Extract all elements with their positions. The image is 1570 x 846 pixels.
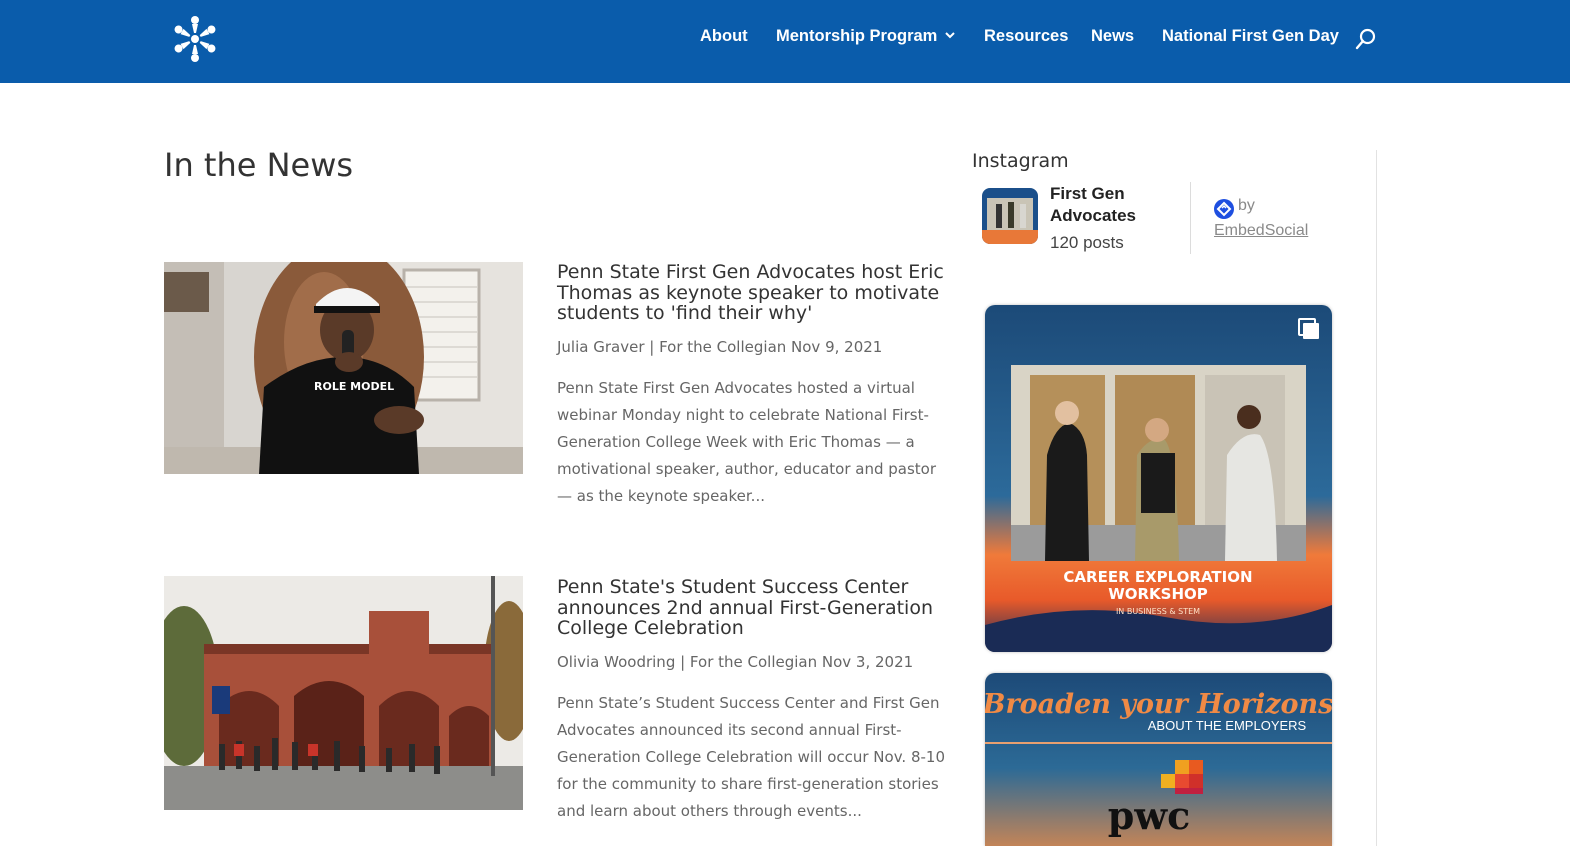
sidebar-divider — [1376, 150, 1377, 846]
instagram-posts-count: 120 posts — [1050, 233, 1124, 252]
horizons-script-text: Broaden your Horizons — [985, 689, 1332, 720]
embedsocial-icon — [1214, 199, 1234, 219]
site-header: About Mentorship Program Resources News … — [0, 0, 1570, 83]
student-success-center-photo — [164, 576, 523, 810]
nav-news-label: News — [1091, 27, 1135, 45]
article-image-student-success-center[interactable] — [164, 576, 523, 810]
instagram-post-career-workshop[interactable]: CAREER EXPLORATION WORKSHOP IN BUSINESS … — [985, 305, 1332, 652]
article-excerpt: Penn State First Gen Advocates hosted a … — [557, 379, 937, 505]
profile-divider — [1190, 182, 1191, 254]
article-meta: Julia Graver | For the Collegian Nov 9, … — [557, 338, 883, 356]
career-workshop-graphic: CAREER EXPLORATION WORKSHOP IN BUSINESS … — [985, 305, 1332, 652]
nav-about-label: About — [700, 27, 748, 45]
nav-mentorship-label: Mentorship Program — [776, 27, 938, 45]
avatar-image — [982, 188, 1038, 244]
page-title: In the News — [164, 146, 354, 184]
nav-resources-label: Resources — [984, 27, 1069, 45]
horizons-subtitle: ABOUT THE EMPLOYERS — [1148, 718, 1307, 733]
workshop-caption-line1: CAREER EXPLORATION — [1063, 568, 1252, 586]
nav-mentorship-program[interactable]: Mentorship Program — [776, 27, 956, 46]
article-meta: Olivia Woodring | For the Collegian Nov … — [557, 653, 914, 671]
pwc-brand-text: pwc — [1108, 793, 1190, 838]
broaden-horizons-graphic: Broaden your Horizons ABOUT THE EMPLOYER… — [985, 673, 1332, 846]
nav-about[interactable]: About — [700, 27, 748, 46]
search-icon[interactable] — [1355, 28, 1377, 50]
first-gen-advocates-logo-icon[interactable] — [166, 13, 224, 65]
nav-news[interactable]: News — [1091, 27, 1134, 46]
embedsocial-link[interactable]: EmbedSocial — [1214, 222, 1308, 240]
article-title-student-success-center[interactable]: Penn State's Student Success Center anno… — [557, 577, 952, 639]
workshop-caption-line2: WORKSHOP — [1108, 585, 1208, 603]
instagram-account-name[interactable]: First Gen Advocates — [1050, 183, 1170, 227]
article-title-eric-thomas[interactable]: Penn State First Gen Advocates host Eric… — [557, 262, 952, 324]
eric-thomas-photo: ROLE MODEL — [164, 262, 523, 474]
instagram-avatar[interactable] — [982, 188, 1038, 244]
article-image-eric-thomas[interactable]: ROLE MODEL — [164, 262, 523, 474]
chevron-down-icon — [945, 32, 956, 39]
nav-resources[interactable]: Resources — [984, 27, 1068, 46]
nav-national-first-gen-day[interactable]: National First Gen Day — [1162, 27, 1339, 46]
workshop-caption-line3: IN BUSINESS & STEM — [1116, 607, 1200, 616]
nav-national-first-gen-day-label: National First Gen Day — [1162, 27, 1339, 45]
shirt-text: ROLE MODEL — [314, 380, 394, 393]
instagram-post-broaden-horizons[interactable]: Broaden your Horizons ABOUT THE EMPLOYER… — [985, 673, 1332, 846]
instagram-heading: Instagram — [972, 150, 1069, 172]
article-excerpt: Penn State’s Student Success Center and … — [557, 694, 946, 820]
embed-by-label: by — [1238, 197, 1255, 214]
